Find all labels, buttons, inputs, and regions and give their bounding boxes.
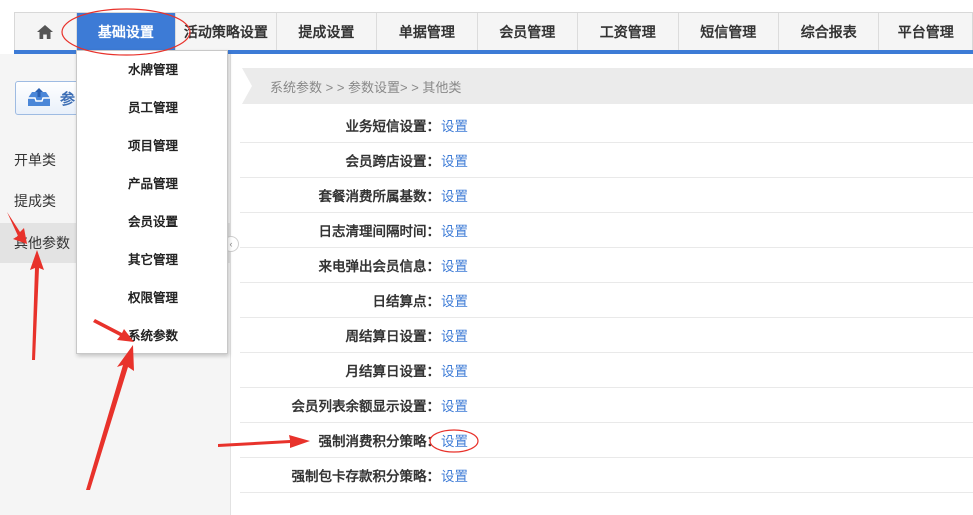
menu-item-permissions[interactable]: 权限管理: [77, 279, 227, 317]
settings-row: 业务短信设置： 设置: [240, 108, 973, 143]
home-icon: [37, 25, 54, 39]
settings-row: 来电弹出会员信息： 设置: [240, 248, 973, 283]
setting-link-balance-display[interactable]: 设置: [441, 395, 468, 415]
chevron-left-icon: ‹: [229, 239, 233, 249]
setting-label: 强制包卡存款积分策略：: [291, 469, 441, 484]
setting-label: 会员跨店设置：: [345, 154, 441, 169]
settings-row: 日志清理间隔时间： 设置: [240, 213, 973, 248]
menu-item-product[interactable]: 产品管理: [77, 165, 227, 203]
setting-label: 日结算点：: [372, 294, 441, 309]
settings-row: 强制消费积分策略： 设置: [240, 423, 973, 458]
nav-tab-sms-management[interactable]: 短信管理: [679, 13, 779, 51]
nav-home-button[interactable]: [15, 13, 77, 51]
nav-tab-basic-settings[interactable]: 基础设置: [76, 13, 177, 51]
breadcrumb: 系统参数 > > 参数设置> > 其他类: [242, 68, 973, 104]
setting-link-caller-popup[interactable]: 设置: [441, 255, 468, 275]
setting-link-package-base[interactable]: 设置: [441, 185, 468, 205]
menu-item-member-settings[interactable]: 会员设置: [77, 203, 227, 241]
tray-upload-icon: [28, 88, 50, 106]
setting-label: 套餐消费所属基数：: [318, 189, 441, 204]
setting-label: 周结算日设置：: [345, 329, 441, 344]
breadcrumb-notch: [242, 68, 252, 104]
setting-label: 强制消费积分策略：: [318, 434, 441, 449]
menu-item-queue-board[interactable]: 水牌管理: [77, 51, 227, 89]
settings-row: 会员跨店设置： 设置: [240, 143, 973, 178]
setting-label: 日志清理间隔时间：: [318, 224, 441, 239]
top-nav: 基础设置 活动策略设置 提成设置 单据管理 会员管理 工资管理 短信管理 综合报…: [14, 12, 973, 51]
nav-tab-activity-strategy[interactable]: 活动策略设置: [176, 13, 277, 51]
nav-tab-reports[interactable]: 综合报表: [779, 13, 880, 51]
settings-row: 强制包卡存款积分策略： 设置: [240, 458, 973, 493]
menu-item-other[interactable]: 其它管理: [77, 241, 227, 279]
setting-label: 会员列表余额显示设置：: [291, 399, 441, 414]
sidebar-button-label: 参: [60, 90, 76, 108]
settings-row: 会员列表余额显示设置： 设置: [240, 388, 973, 423]
nav-tab-platform-management[interactable]: 平台管理: [879, 13, 972, 51]
nav-tab-document-management[interactable]: 单据管理: [377, 13, 478, 51]
nav-tab-commission-settings[interactable]: 提成设置: [277, 13, 378, 51]
setting-link-log-cleanup[interactable]: 设置: [441, 220, 468, 240]
setting-label: 来电弹出会员信息：: [318, 259, 441, 274]
menu-item-employee[interactable]: 员工管理: [77, 89, 227, 127]
settings-list: 业务短信设置： 设置 会员跨店设置： 设置 套餐消费所属基数： 设置 日志清理间…: [240, 108, 973, 493]
setting-link-daily-settlement[interactable]: 设置: [441, 290, 468, 310]
settings-row: 套餐消费所属基数： 设置: [240, 178, 973, 213]
setting-link-card-deposit-points[interactable]: 设置: [441, 465, 468, 485]
setting-link-sms[interactable]: 设置: [441, 115, 468, 135]
setting-link-monthly-settlement[interactable]: 设置: [441, 360, 468, 380]
setting-link-cross-store[interactable]: 设置: [441, 150, 468, 170]
nav-tab-member-management[interactable]: 会员管理: [478, 13, 579, 51]
menu-item-project[interactable]: 项目管理: [77, 127, 227, 165]
breadcrumb-text: 系统参数 > > 参数设置> > 其他类: [270, 79, 462, 95]
setting-link-weekly-settlement[interactable]: 设置: [441, 325, 468, 345]
settings-row: 月结算日设置： 设置: [240, 353, 973, 388]
setting-label: 月结算日设置：: [345, 364, 441, 379]
settings-row: 周结算日设置： 设置: [240, 318, 973, 353]
nav-tab-salary-management[interactable]: 工资管理: [578, 13, 679, 51]
setting-label: 业务短信设置：: [345, 119, 441, 134]
basic-settings-dropdown: 水牌管理 员工管理 项目管理 产品管理 会员设置 其它管理 权限管理 系统参数: [76, 50, 228, 354]
menu-item-system-params[interactable]: 系统参数: [77, 317, 227, 355]
setting-link-forced-points[interactable]: 设置: [441, 430, 468, 450]
settings-row: 日结算点： 设置: [240, 283, 973, 318]
